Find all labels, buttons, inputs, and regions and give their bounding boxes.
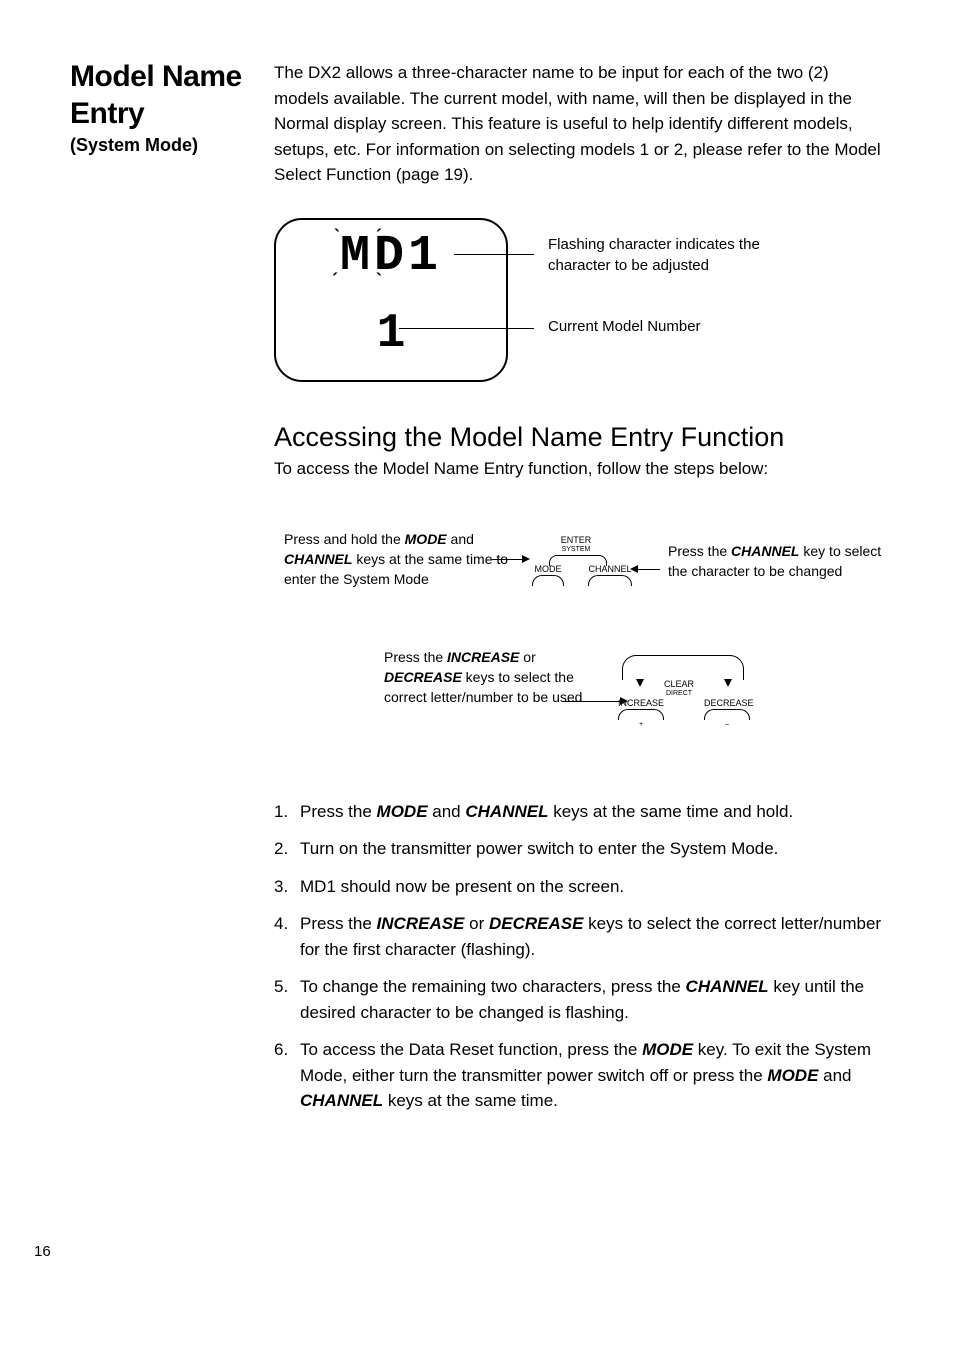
callout-flash: Flashing character indicates the charact…	[548, 234, 778, 276]
leader-line	[399, 328, 534, 329]
mode-key: MODE	[532, 565, 564, 587]
diagram-left-note: Press and hold the MODE and CHANNEL keys…	[284, 529, 514, 590]
title-line-1: Model Name	[70, 60, 250, 95]
lcd-model-number: 1	[276, 310, 506, 358]
lcd-screen: ` ´ ´ ` MD1 1	[274, 218, 508, 382]
steps-list: 1. Press the MODE and CHANNEL keys at th…	[274, 799, 884, 1114]
label-enter: ENTER	[551, 535, 601, 545]
step-2: 2. Turn on the transmitter power switch …	[274, 836, 884, 862]
diagram-right-note: Press the CHANNEL key to select the char…	[668, 541, 898, 582]
increase-key: INCREASE +	[618, 699, 664, 729]
label-system: SYSTEM	[551, 546, 601, 553]
step-6: 6. To access the Data Reset function, pr…	[274, 1037, 884, 1114]
intro-paragraph: The DX2 allows a three-character name to…	[274, 60, 884, 188]
sidebar-heading: Model Name Entry (System Mode)	[70, 60, 250, 1126]
lcd-name-text: MD1	[276, 232, 506, 282]
step-1: 1. Press the MODE and CHANNEL keys at th…	[274, 799, 884, 825]
label-direct: DIRECT	[654, 690, 704, 697]
title-subtitle: (System Mode)	[70, 135, 250, 156]
step-4: 4. Press the INCREASE or DECREASE keys t…	[274, 911, 884, 962]
page-number: 16	[34, 1243, 51, 1260]
decrease-key: DECREASE –	[704, 699, 750, 729]
diagram: Press and hold the MODE and CHANNEL keys…	[274, 529, 884, 769]
bracket-icon	[622, 655, 744, 680]
diagram-center-note: Press the INCREASE or DECREASE keys to s…	[384, 647, 604, 708]
page: Model Name Entry (System Mode) The DX2 a…	[0, 0, 954, 1356]
callout-model: Current Model Number	[548, 316, 778, 337]
section-heading: Accessing the Model Name Entry Function	[274, 422, 884, 453]
step-3: 3. MD1 should now be present on the scre…	[274, 874, 884, 900]
main-content: The DX2 allows a three-character name to…	[274, 60, 884, 1126]
section-sub: To access the Model Name Entry function,…	[274, 459, 884, 479]
leader-line	[454, 254, 534, 255]
label-clear: CLEAR	[654, 679, 704, 689]
channel-key: CHANNEL	[588, 565, 632, 587]
step-5: 5. To change the remaining two character…	[274, 974, 884, 1025]
title-line-2: Entry	[70, 97, 250, 132]
